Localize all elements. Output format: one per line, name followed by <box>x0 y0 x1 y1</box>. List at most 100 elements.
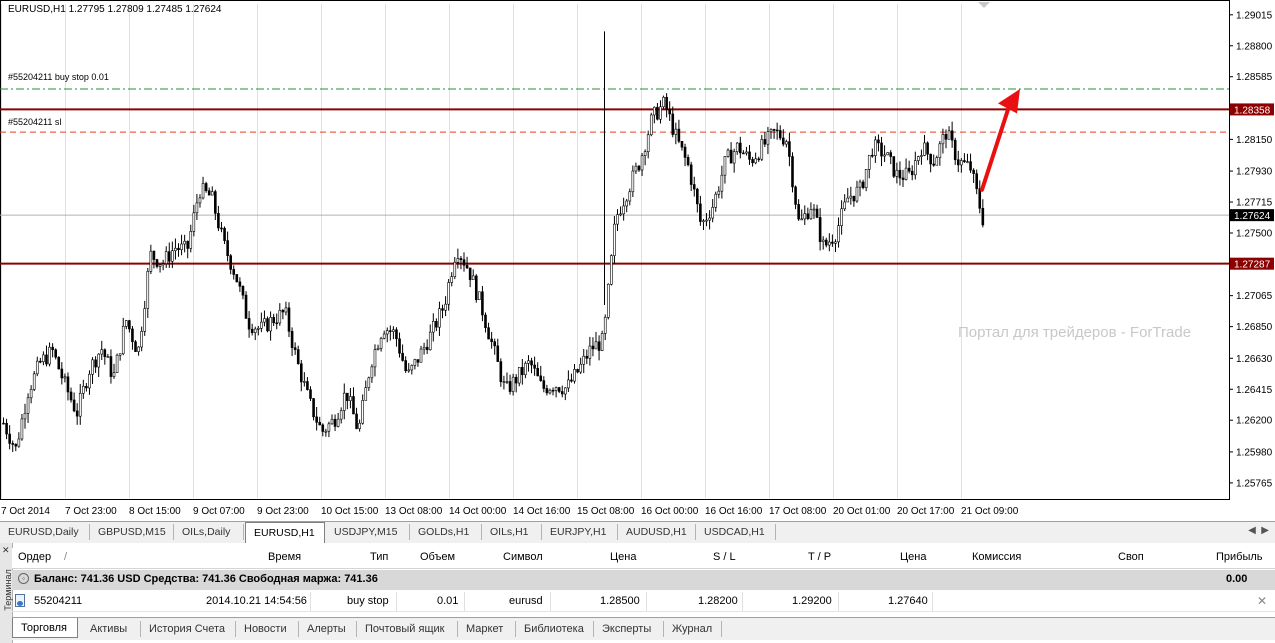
col-swap[interactable]: Своп <box>1118 551 1144 563</box>
column-divider <box>550 592 551 611</box>
terminal-tab[interactable]: Новости <box>236 621 299 637</box>
col-price[interactable]: Цена <box>610 551 636 563</box>
terminal-tab[interactable]: Почтовый ящик <box>357 621 458 637</box>
terminal-tab[interactable]: Библиотека <box>516 621 594 637</box>
candle-body <box>708 217 711 221</box>
candle-body <box>521 367 524 376</box>
col-type[interactable]: Тип <box>370 551 388 563</box>
candle-body <box>953 139 957 161</box>
candle-body <box>686 157 690 166</box>
candle-body <box>281 309 285 313</box>
table-row[interactable]: 55204211 2014.10.21 14:54:56 buy stop 0.… <box>12 592 1275 612</box>
candle-body <box>214 191 217 214</box>
candle-body <box>355 413 358 429</box>
chart-info: EURUSD,H1 1.27795 1.27809 1.27485 1.2762… <box>8 4 222 15</box>
x-tick-label: 8 Oct 15:00 <box>129 506 181 517</box>
candle-body <box>913 160 917 176</box>
col-time[interactable]: Время <box>268 551 301 563</box>
candle-body <box>364 387 368 401</box>
chart-tab[interactable]: AUDUSD,H1 <box>618 524 696 540</box>
col-sl[interactable]: S / L <box>713 551 736 563</box>
candle-body <box>26 397 30 414</box>
chart-tab-active[interactable]: EURUSD,H1 <box>245 522 325 543</box>
candle-body <box>32 373 36 390</box>
candle-body <box>60 368 64 379</box>
chart-tab[interactable]: USDCAD,H1 <box>696 524 776 540</box>
candle-body <box>29 389 33 399</box>
candle-body <box>963 160 966 163</box>
column-divider <box>646 592 647 611</box>
col-order[interactable]: Ордер <box>18 551 51 563</box>
chart-tab[interactable]: USDJPY,M15 <box>326 524 410 540</box>
candle-body <box>278 309 282 324</box>
chart-tab[interactable]: OILs,H1 <box>482 524 542 540</box>
candle-body <box>696 188 699 205</box>
candle-body <box>619 213 622 216</box>
col-symbol[interactable]: Символ <box>503 551 543 563</box>
order-id: 55204211 <box>34 595 83 607</box>
candle-body <box>327 423 331 432</box>
col-current-price[interactable]: Цена <box>900 551 926 563</box>
chart-tab[interactable]: GBPUSD,M15 <box>90 524 174 540</box>
candle-body <box>367 377 371 388</box>
col-volume[interactable]: Объем <box>420 551 455 563</box>
candle-body <box>969 161 972 171</box>
candle-body <box>932 163 936 166</box>
candle-body <box>333 419 337 427</box>
col-profit[interactable]: Прибыль <box>1216 551 1263 563</box>
chart-tab[interactable]: EURJPY,H1 <box>542 524 618 540</box>
candle-body <box>944 134 948 140</box>
candle-body <box>318 421 322 426</box>
candle-body <box>346 392 349 402</box>
candle-body <box>100 349 104 355</box>
candle-body <box>296 349 300 365</box>
y-tick-label: 1.29015 <box>1236 10 1273 21</box>
candle-body <box>358 422 361 429</box>
candle-body <box>935 157 939 166</box>
chart-tab[interactable]: OILs,Daily <box>174 524 244 540</box>
candle-body <box>926 142 929 155</box>
chart-tabs-bar: EURUSD,Daily GBPUSD,M15 OILs,Daily EURUS… <box>0 521 1275 544</box>
terminal-tab[interactable]: Активы <box>82 621 141 637</box>
tab-scroll-arrows[interactable]: ◀ ▶ <box>1248 525 1269 536</box>
candle-body <box>444 303 447 311</box>
candle-body <box>732 151 736 164</box>
price-chart[interactable]: 7 Oct 2014 7 Oct 23:00 8 Oct 15:00 9 Oct 07… <box>0 0 1275 521</box>
candle-body <box>349 396 352 402</box>
candle-body <box>481 291 484 316</box>
candle-body <box>496 345 500 362</box>
close-order-icon[interactable]: ✕ <box>1257 594 1267 608</box>
terminal-tab[interactable]: Эксперты <box>594 621 664 637</box>
chart-tab[interactable]: EURUSD,Daily <box>0 524 90 540</box>
candle-body <box>392 329 395 332</box>
candle-body <box>628 191 632 202</box>
candle-body <box>806 213 810 220</box>
terminal-tab[interactable]: История Счета <box>141 621 236 637</box>
col-commission[interactable]: Комиссия <box>972 551 1021 563</box>
candle-body <box>591 345 595 350</box>
terminal-tab[interactable]: Алерты <box>299 621 357 637</box>
order-current-price: 1.27640 <box>888 595 928 607</box>
candle-body <box>431 321 435 333</box>
candle-body <box>155 259 159 267</box>
candle-body <box>171 250 174 262</box>
candle-body <box>352 396 355 415</box>
candle-body <box>751 159 754 164</box>
candle-body <box>606 283 610 318</box>
terminal-tab-active[interactable]: Торговля <box>12 618 78 638</box>
candle-body <box>72 399 76 412</box>
terminal-panel: ✕ Терминал Ордер / Время Тип Объем Симво… <box>0 543 1275 643</box>
candle-body <box>791 156 794 188</box>
chart-tab[interactable]: GOLDs,H1 <box>410 524 482 540</box>
balance-row[interactable]: ◦ Баланс: 741.36 USD Средства: 741.36 Св… <box>12 570 1275 590</box>
candle-body <box>269 317 272 332</box>
chart-canvas[interactable]: 7 Oct 2014 7 Oct 23:00 8 Oct 15:00 9 Oct 07… <box>0 0 1275 521</box>
candle-body <box>603 316 607 334</box>
terminal-tab[interactable]: Маркет <box>458 621 516 637</box>
col-tp[interactable]: T / P <box>808 551 831 563</box>
y-tick-label: 1.25765 <box>1236 478 1273 489</box>
terminal-tab[interactable]: Журнал <box>664 621 722 637</box>
candle-body <box>321 424 325 432</box>
candle-body <box>137 346 140 352</box>
candle-body <box>253 328 257 333</box>
